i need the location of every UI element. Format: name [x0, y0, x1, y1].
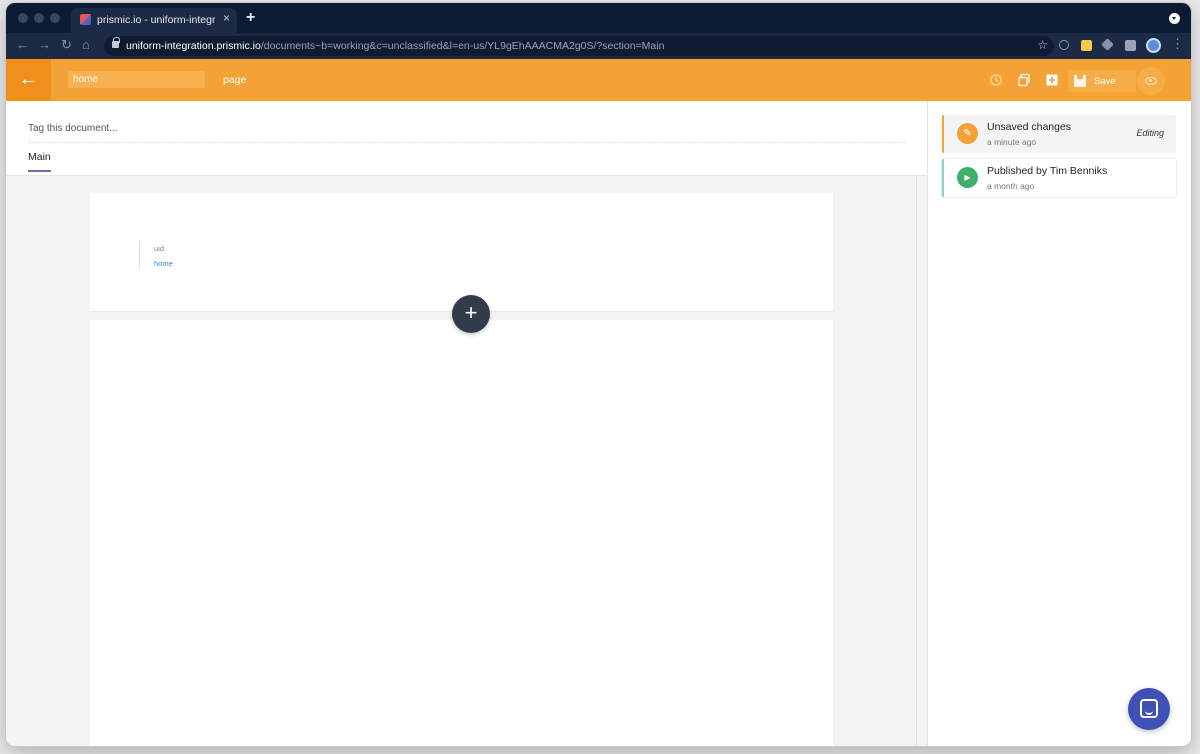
- bookmark-star-icon[interactable]: ☆: [1037, 38, 1048, 52]
- url-text: uniform-integration.prismic.io/documents…: [126, 40, 664, 52]
- editor-scrollbar[interactable]: [916, 176, 927, 746]
- browser-tab[interactable]: prismic.io - uniform-integration ×: [71, 8, 237, 33]
- new-tab-button[interactable]: +: [246, 9, 255, 27]
- duplicate-icon[interactable]: [1017, 73, 1031, 87]
- browser-toolbar: ← → ↻ ⌂ uniform-integration.prismic.io/d…: [6, 33, 1191, 59]
- tab-search-icon[interactable]: [1169, 13, 1180, 24]
- history-item-time: a minute ago: [987, 137, 1037, 147]
- chat-launcher-button[interactable]: [1128, 688, 1170, 730]
- address-bar[interactable]: uniform-integration.prismic.io/documents…: [104, 36, 1054, 56]
- preview-eye-icon: [1145, 77, 1157, 85]
- back-nav-icon[interactable]: ←: [16, 37, 29, 52]
- tab-title: prismic.io - uniform-integration: [97, 14, 215, 26]
- back-arrow-button[interactable]: ←: [6, 59, 51, 101]
- lock-icon: [112, 37, 120, 48]
- uid-field[interactable]: uid home: [139, 241, 173, 269]
- puzzle-extensions-icon[interactable]: [1125, 40, 1136, 51]
- tab-main[interactable]: Main: [28, 151, 51, 172]
- document-title-input[interactable]: [68, 71, 205, 88]
- url-path: /documents~b=working&c=unclassified&l=en…: [260, 40, 665, 52]
- uid-field-label: uid: [154, 244, 165, 253]
- history-item-time: a month ago: [987, 181, 1035, 191]
- forward-nav-icon[interactable]: →: [38, 37, 51, 52]
- window-zoom-dot[interactable]: [50, 13, 60, 23]
- document-fields-card: uid home +: [90, 193, 833, 746]
- history-icon[interactable]: [989, 73, 1003, 87]
- save-button[interactable]: Save: [1068, 70, 1136, 92]
- pencil-icon: ✎: [957, 123, 978, 144]
- extension-icon[interactable]: [1101, 38, 1114, 51]
- history-item-title: Published by Tim Benniks: [987, 165, 1108, 177]
- history-sidebar: ✎ Unsaved changes a minute ago Editing ▶…: [927, 101, 1191, 746]
- custom-type-label: page: [223, 74, 247, 86]
- extension-icon[interactable]: [1081, 40, 1092, 51]
- prismic-favicon-icon: [80, 14, 91, 25]
- window-close-dot[interactable]: [18, 13, 28, 23]
- history-item-unsaved[interactable]: ✎ Unsaved changes a minute ago Editing: [942, 115, 1176, 153]
- browser-menu-icon[interactable]: ⋮: [1171, 36, 1184, 52]
- history-item-title: Unsaved changes: [987, 121, 1072, 133]
- save-label: Save: [1094, 76, 1116, 87]
- window-minimize-dot[interactable]: [34, 13, 44, 23]
- url-host: uniform-integration.prismic.io: [126, 40, 261, 52]
- info-extension-icon[interactable]: [1059, 40, 1069, 50]
- add-icon[interactable]: [1045, 73, 1059, 87]
- add-slice-button[interactable]: +: [452, 295, 490, 333]
- document-editor: Main uid home +: [6, 101, 927, 746]
- document-header: ← page Save: [6, 59, 1191, 101]
- profile-avatar[interactable]: [1146, 38, 1161, 53]
- tag-input[interactable]: [28, 115, 906, 143]
- preview-button[interactable]: [1137, 67, 1165, 95]
- editor-top-panel: Main: [6, 101, 927, 176]
- tab-close-icon[interactable]: ×: [223, 11, 230, 25]
- browser-tabbar: prismic.io - uniform-integration × +: [6, 3, 1191, 33]
- chat-icon: [1140, 699, 1158, 718]
- uid-field-value[interactable]: home: [154, 259, 173, 268]
- browser-window: prismic.io - uniform-integration × + ← →…: [6, 3, 1191, 746]
- status-badge: Editing: [1136, 128, 1164, 138]
- history-item-published[interactable]: ▶ Published by Tim Benniks a month ago: [942, 159, 1176, 197]
- reload-icon[interactable]: ↻: [61, 37, 72, 53]
- home-icon[interactable]: ⌂: [82, 37, 90, 52]
- play-icon: ▶: [957, 167, 978, 188]
- save-icon: [1074, 75, 1086, 87]
